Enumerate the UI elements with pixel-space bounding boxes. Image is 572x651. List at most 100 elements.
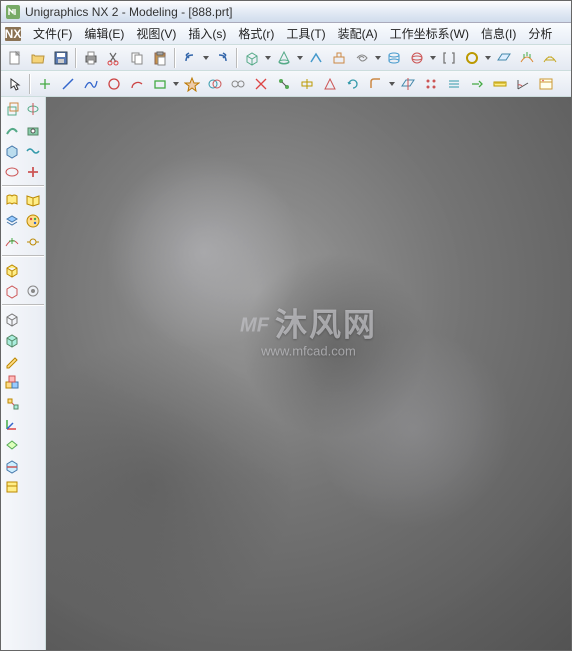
preferences-button[interactable] [535, 73, 557, 95]
section-button[interactable] [2, 456, 22, 476]
curve-analyze-button[interactable] [516, 47, 538, 69]
pattern-button[interactable] [420, 73, 442, 95]
wcs-button[interactable] [2, 414, 22, 434]
point-button[interactable] [34, 73, 56, 95]
copy-button[interactable] [126, 47, 148, 69]
trim-button[interactable] [250, 73, 272, 95]
star-button[interactable] [181, 73, 203, 95]
menu-info[interactable]: 信息(I) [475, 23, 522, 44]
menu-view[interactable]: 视图(V) [130, 23, 182, 44]
joint-button[interactable] [23, 232, 43, 252]
menu-edit[interactable]: 编辑(E) [78, 23, 130, 44]
pipe-button[interactable] [383, 47, 405, 69]
circle-button[interactable] [103, 73, 125, 95]
dropdown-icon[interactable] [374, 47, 382, 69]
separator [2, 304, 44, 306]
dropdown-icon[interactable] [484, 47, 492, 69]
project-button[interactable] [397, 73, 419, 95]
dropdown-icon[interactable] [388, 73, 396, 95]
explode-button[interactable] [2, 393, 22, 413]
save-button[interactable] [50, 47, 72, 69]
line-button[interactable] [57, 73, 79, 95]
dropdown-icon[interactable] [172, 73, 180, 95]
wireframe-view-button[interactable] [2, 309, 22, 329]
bracket-button[interactable] [438, 47, 460, 69]
cut-button[interactable] [103, 47, 125, 69]
ellipse-button[interactable] [2, 162, 22, 182]
sweep-button[interactable] [2, 120, 22, 140]
wave-button[interactable] [23, 141, 43, 161]
separator [174, 48, 176, 68]
spiral-button[interactable] [351, 47, 373, 69]
rect-button[interactable] [149, 73, 171, 95]
arc-button[interactable] [126, 73, 148, 95]
box-button[interactable] [2, 260, 22, 280]
assembly-button[interactable] [2, 372, 22, 392]
palette-button[interactable] [23, 211, 43, 231]
cone-button[interactable] [273, 47, 295, 69]
left-toolbar [1, 97, 46, 650]
extract-button[interactable] [328, 47, 350, 69]
open-file-button[interactable] [27, 47, 49, 69]
menu-file[interactable]: 文件(F) [27, 23, 78, 44]
open-book-button[interactable] [23, 190, 43, 210]
separator [2, 255, 44, 257]
sphere-button[interactable] [406, 47, 428, 69]
dropdown-icon[interactable] [264, 47, 272, 69]
dropdown-icon[interactable] [429, 47, 437, 69]
model-render [46, 97, 571, 650]
merge-button[interactable] [204, 73, 226, 95]
menu-format[interactable]: 格式(r) [232, 23, 280, 44]
menu-insert[interactable]: 插入(s) [182, 23, 232, 44]
chain-button[interactable] [227, 73, 249, 95]
select-button[interactable] [4, 73, 26, 95]
shell-button[interactable] [2, 141, 22, 161]
redo-button[interactable] [211, 47, 233, 69]
view-top-button[interactable] [2, 435, 22, 455]
menu-analyze[interactable]: 分析 [522, 23, 558, 44]
cross-button[interactable] [23, 162, 43, 182]
rotate-button[interactable] [342, 73, 364, 95]
menu-assembly[interactable]: 装配(A) [332, 23, 384, 44]
layers-button[interactable] [2, 211, 22, 231]
mesh-button[interactable] [539, 47, 561, 69]
spline-button[interactable] [80, 73, 102, 95]
curve-crosshair-button[interactable] [2, 232, 22, 252]
render-pencil-button[interactable] [2, 351, 22, 371]
revolve-button[interactable] [23, 99, 43, 119]
undo-dropdown[interactable] [202, 47, 210, 69]
paste-button[interactable] [149, 47, 171, 69]
settings2-button[interactable] [23, 281, 43, 301]
hole-button[interactable] [23, 120, 43, 140]
separator [2, 185, 44, 187]
print-button[interactable] [80, 47, 102, 69]
connect-button[interactable] [273, 73, 295, 95]
sim-button[interactable] [2, 281, 22, 301]
ring-button[interactable] [461, 47, 483, 69]
menu-tool[interactable]: 工具(T) [280, 23, 331, 44]
separator [236, 48, 238, 68]
cube-button[interactable] [241, 47, 263, 69]
new-file-button[interactable] [4, 47, 26, 69]
constrain-button[interactable] [296, 73, 318, 95]
toolbar-row-2 [1, 71, 571, 97]
dropdown-icon[interactable] [296, 47, 304, 69]
analyze-angle-button[interactable] [512, 73, 534, 95]
plane-button[interactable] [493, 47, 515, 69]
menu-wcs[interactable]: 工作坐标系(W) [384, 23, 475, 44]
triangle-button[interactable] [319, 73, 341, 95]
model-viewport[interactable]: MF沐风网 www.mfcad.com [46, 97, 571, 650]
edge-button[interactable] [305, 47, 327, 69]
book-button[interactable] [2, 190, 22, 210]
menu-bar: NX 文件(F) 编辑(E) 视图(V) 插入(s) 格式(r) 工具(T) 装… [1, 23, 571, 45]
sheet-button[interactable] [2, 477, 22, 497]
title-bar: Unigraphics NX 2 - Modeling - [888.prt] [1, 1, 571, 23]
blend-button[interactable] [365, 73, 387, 95]
shaded-view-button[interactable] [2, 330, 22, 350]
extrude-button[interactable] [2, 99, 22, 119]
extend-button[interactable] [466, 73, 488, 95]
undo-button[interactable] [179, 47, 201, 69]
measure-button[interactable] [489, 73, 511, 95]
nx-logo-icon: NX [5, 26, 21, 42]
align-button[interactable] [443, 73, 465, 95]
